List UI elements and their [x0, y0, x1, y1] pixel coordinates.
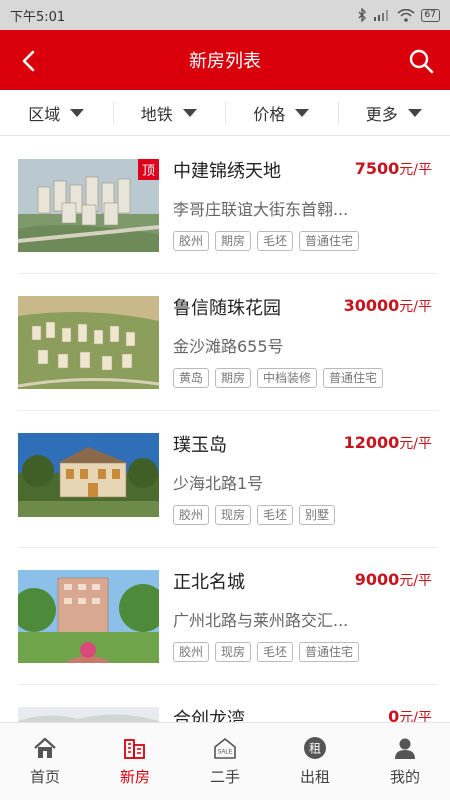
top-badge: 顶 — [138, 159, 159, 180]
tab-label: 首页 — [29, 768, 60, 786]
tag-list: 胶州 现房 毛坯 别墅 — [173, 505, 336, 525]
listing-photo — [18, 433, 159, 526]
listing-name: 正北名城 — [173, 572, 245, 593]
tab-label: 新房 — [119, 768, 150, 786]
price-value: 7500 — [354, 159, 400, 178]
caret-down-icon — [182, 108, 197, 117]
filter-more[interactable]: 更多 — [337, 90, 450, 135]
tag: 现房 — [215, 505, 252, 525]
listing-name: 中建锦绣天地 — [173, 161, 281, 182]
caret-down-icon — [70, 108, 85, 117]
status-bar: 下午5:01 67 — [0, 0, 450, 30]
price-unit: 元/平 — [399, 710, 432, 722]
tag: 期房 — [215, 231, 252, 251]
tag-list: 胶州 现房 毛坯 普通住宅 — [173, 642, 360, 662]
price-value: 30000 — [343, 296, 400, 315]
page-title: 新房列表 — [189, 51, 261, 72]
tab-label: 二手 — [209, 768, 240, 786]
tab-new-house[interactable]: 新房 — [90, 723, 180, 800]
user-icon — [395, 738, 415, 759]
tag: 胶州 — [173, 642, 210, 662]
battery-icon: 67 — [420, 8, 440, 22]
listing-name: 鲁信随珠花园 — [173, 298, 281, 319]
tag-list: 胶州 期房 毛坯 普通住宅 — [173, 231, 360, 251]
listing-address: 李哥庄联谊大街东首翱... — [173, 200, 349, 219]
tag: 现房 — [215, 642, 252, 662]
rent-icon: 租 — [304, 737, 326, 759]
listing-photo — [18, 570, 159, 663]
tag-list: 黄岛 期房 中档装修 普通住宅 — [173, 368, 384, 388]
price-value: 12000 — [343, 433, 400, 452]
caret-down-icon — [295, 108, 310, 117]
listing-photo — [18, 296, 159, 389]
filter-label: 地铁 — [140, 104, 173, 124]
system-icons: 67 — [357, 8, 440, 22]
listing-item[interactable]: 璞玉岛 12000元/平 少海北路1号 胶州 现房 毛坯 别墅 — [18, 411, 438, 548]
tag: 别墅 — [299, 505, 336, 525]
caret-down-icon — [407, 108, 422, 117]
search-icon[interactable] — [406, 46, 436, 76]
filter-label: 更多 — [365, 104, 398, 124]
app-header: 新房列表 — [0, 30, 450, 90]
listing-list: 顶 中建锦绣天地 7500元/平 李哥庄联谊大街东首翱... 胶州 期房 毛坯 … — [0, 137, 450, 722]
filter-label: 区域 — [28, 104, 61, 124]
wifi-icon — [397, 8, 415, 22]
home-icon — [34, 737, 56, 758]
tag: 普通住宅 — [323, 368, 384, 388]
tag: 毛坯 — [257, 231, 294, 251]
tag: 胶州 — [173, 231, 210, 251]
price-unit: 元/平 — [399, 573, 432, 589]
listing-price: 7500元/平 — [355, 159, 432, 179]
filter-label: 价格 — [253, 104, 286, 124]
price-value: 0 — [388, 707, 400, 722]
listing-address: 广州北路与莱州路交汇... — [173, 611, 349, 630]
tab-second-hand[interactable]: SALE 二手 — [180, 723, 270, 800]
listing-name: 合创龙湾 — [173, 709, 245, 722]
price-unit: 元/平 — [399, 299, 432, 315]
bluetooth-icon — [358, 8, 366, 22]
filter-area[interactable]: 区域 — [0, 90, 113, 135]
new-house-icon — [124, 739, 145, 759]
price-unit: 元/平 — [399, 436, 432, 452]
tag: 期房 — [215, 368, 252, 388]
price-value: 9000 — [354, 570, 400, 589]
listing-item[interactable]: 合创龙湾 0元/平 — [18, 685, 438, 722]
listing-item[interactable]: 正北名城 9000元/平 广州北路与莱州路交汇... 胶州 现房 毛坯 普通住宅 — [18, 548, 438, 685]
listing-photo: 顶 — [18, 159, 159, 252]
back-arrow-icon[interactable] — [14, 46, 44, 76]
filter-bar: 区域 地铁 价格 更多 — [0, 90, 450, 136]
listing-item[interactable]: 顶 中建锦绣天地 7500元/平 李哥庄联谊大街东首翱... 胶州 期房 毛坯 … — [18, 137, 438, 274]
tag: 黄岛 — [173, 368, 210, 388]
tab-rent[interactable]: 租 出租 — [270, 723, 360, 800]
listing-price: 9000元/平 — [355, 570, 432, 590]
tag: 毛坯 — [257, 642, 294, 662]
filter-price[interactable]: 价格 — [225, 90, 338, 135]
tag: 普通住宅 — [299, 642, 360, 662]
status-time: 下午5:01 — [10, 9, 66, 25]
listing-item[interactable]: 鲁信随珠花园 30000元/平 金沙滩路655号 黄岛 期房 中档装修 普通住宅 — [18, 274, 438, 411]
second-hand-house-icon: SALE — [214, 738, 236, 759]
tab-home[interactable]: 首页 — [0, 723, 90, 800]
price-unit: 元/平 — [399, 162, 432, 178]
tab-label: 我的 — [389, 768, 420, 786]
tag: 普通住宅 — [299, 231, 360, 251]
listing-photo — [18, 707, 159, 722]
listing-name: 璞玉岛 — [173, 435, 227, 456]
tab-label: 出租 — [299, 768, 330, 786]
bottom-tab-bar: 首页 新房 SALE 二手 租 出租 我的 — [0, 722, 450, 800]
listing-price: 12000元/平 — [344, 433, 432, 453]
listing-address: 金沙滩路655号 — [173, 337, 284, 356]
tag: 毛坯 — [257, 505, 294, 525]
signal-icon — [373, 10, 388, 21]
filter-subway[interactable]: 地铁 — [112, 90, 226, 135]
listing-price: 30000元/平 — [344, 296, 432, 316]
sale-glyph: SALE — [217, 750, 232, 756]
tag: 胶州 — [173, 505, 210, 525]
tag: 中档装修 — [257, 368, 318, 388]
rent-glyph: 租 — [309, 742, 321, 756]
listing-address: 少海北路1号 — [173, 474, 264, 493]
tab-mine[interactable]: 我的 — [360, 723, 450, 800]
listing-price: 0元/平 — [388, 707, 432, 722]
